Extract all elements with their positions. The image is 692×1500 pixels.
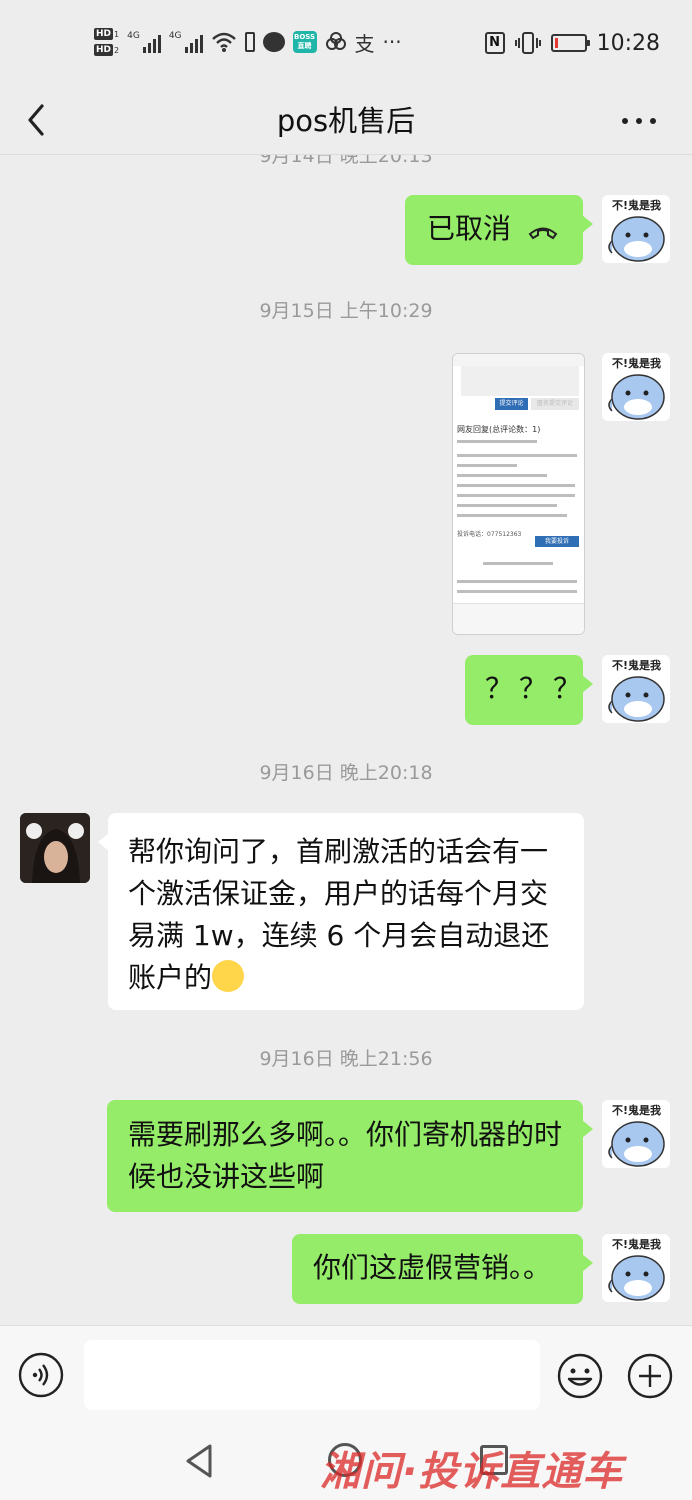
signal-1-icon: 4G (127, 31, 161, 53)
avatar[interactable]: 不!鬼是我 (602, 655, 670, 723)
battery-icon (550, 34, 590, 52)
input-bar (0, 1325, 692, 1426)
avatar[interactable] (20, 813, 90, 883)
timestamp: 9月15日 上午10:29 (259, 300, 433, 322)
nfc-icon: N (484, 32, 505, 54)
timestamp: 9月16日 晚上20:18 (259, 762, 433, 784)
image-message-screenshot[interactable]: 提交评论 匿名提交评论 网友回复(总评论数：1) 投诉电话：077512363 … (452, 353, 585, 635)
voice-input-icon[interactable] (18, 1352, 64, 1398)
timestamp: 9月14日 晚上20:13 (259, 155, 433, 167)
hd1-icon: HD 1 (94, 28, 120, 40)
plus-icon[interactable] (626, 1352, 674, 1400)
avatar[interactable]: 不!鬼是我 (602, 1234, 670, 1302)
signal-2-icon: 4G (169, 31, 203, 53)
tearful-smile-emoji-icon (212, 960, 245, 992)
message-bubble-cancelled-call[interactable]: 已取消 (405, 195, 593, 265)
link-icon (325, 32, 346, 50)
vibrate-icon (514, 32, 541, 54)
message-bubble-complaint[interactable]: 需要刷那么多啊。。你们寄机器的时候也没讲这些啊 (107, 1100, 593, 1212)
message-bubble-question[interactable]: ？？？ (465, 655, 593, 725)
phone-hangup-icon (528, 227, 558, 240)
clock: 10:28 (596, 30, 660, 56)
timestamp: 9月16日 晚上21:56 (259, 1048, 433, 1070)
system-nav-bar: 湘问·投诉直通车 (0, 1425, 692, 1500)
avatar[interactable]: 不!鬼是我 (602, 1100, 670, 1168)
nav-back-icon[interactable] (184, 1443, 214, 1479)
avatar[interactable]: 不!鬼是我 (602, 353, 670, 421)
status-bar: HD 1 HD 2 4G 4G BOSS 直聘 支 ··· N 10:28 (0, 0, 692, 84)
message-bubble-false-marketing[interactable]: 你们这虚假营销。。 (292, 1234, 593, 1304)
message-bubble-incoming[interactable]: 帮你询问了，首刷激活的话会有一个激活保证金，用户的话每个月交易满 1w，连续 6… (98, 813, 584, 1010)
phone-icon (244, 32, 255, 52)
status-right-icons: N 10:28 (484, 24, 660, 62)
avatar[interactable]: 不!鬼是我 (602, 195, 670, 263)
emoji-icon[interactable] (556, 1352, 604, 1400)
more-dots-icon[interactable] (622, 100, 662, 140)
chat-header: pos机售后 (0, 84, 692, 155)
watermark: 湘问·投诉直通车 (320, 1449, 624, 1495)
message-list[interactable]: 9月14日 晚上20:13 已取消 不!鬼是我 9月15日 上午10:29 提交… (0, 155, 692, 1325)
wifi-icon (211, 32, 236, 52)
alipay-icon: 支 (354, 31, 375, 56)
boss-app-icon: BOSS 直聘 (292, 31, 317, 53)
contact-photo-icon (20, 813, 90, 883)
message-input[interactable] (84, 1340, 540, 1410)
more-notifications-icon: ··· (382, 30, 402, 54)
message-icon (262, 32, 285, 52)
status-left-icons: HD 1 HD 2 4G 4G BOSS 直聘 支 ··· (94, 22, 402, 62)
chat-title: pos机售后 (276, 104, 416, 138)
hd2-icon: HD 2 (94, 44, 120, 56)
